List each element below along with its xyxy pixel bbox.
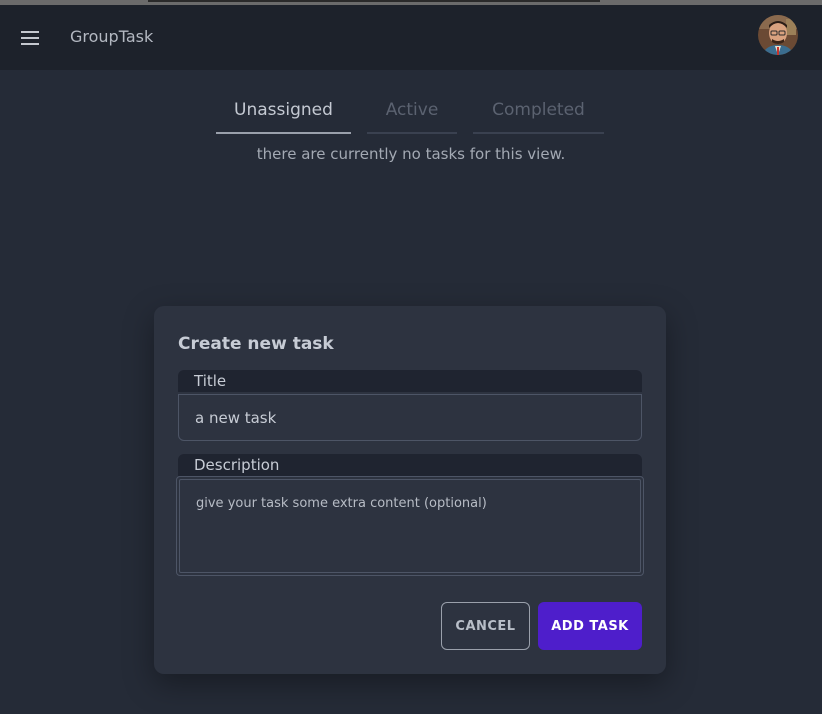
description-field-wrapper	[176, 476, 644, 576]
task-view-tabs: Unassigned Active Completed	[216, 90, 606, 134]
add-task-button[interactable]: ADD TASK	[538, 602, 642, 650]
avatar-image	[758, 15, 798, 55]
top-app-bar: GroupTask	[0, 5, 822, 70]
browser-url-bar	[148, 0, 600, 2]
description-field-label: Description	[178, 454, 642, 476]
app-root: GroupTask Unassigned Active Completed th…	[0, 5, 822, 714]
user-avatar[interactable]	[758, 15, 798, 55]
tab-unassigned[interactable]: Unassigned	[216, 90, 351, 134]
empty-state-message: there are currently no tasks for this vi…	[256, 145, 566, 163]
cancel-button[interactable]: CANCEL	[441, 602, 530, 650]
title-field-label: Title	[178, 370, 642, 392]
tab-completed[interactable]: Completed	[473, 90, 604, 134]
create-task-dialog: Create new task Title Description CANCEL…	[154, 306, 666, 674]
description-textarea[interactable]	[179, 479, 641, 573]
tab-active[interactable]: Active	[367, 90, 457, 134]
hamburger-menu-icon[interactable]	[20, 30, 40, 46]
app-title: GroupTask	[70, 27, 154, 46]
title-input[interactable]	[178, 394, 642, 441]
dialog-title: Create new task	[178, 334, 334, 354]
